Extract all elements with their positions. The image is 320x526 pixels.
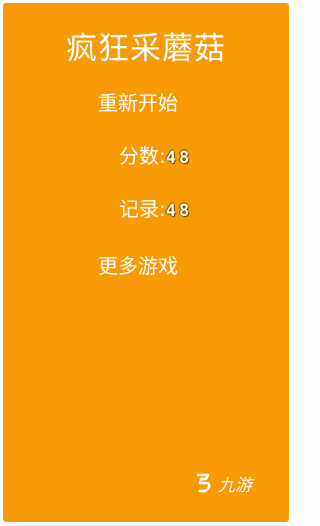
game-title: 疯狂采蘑菇 [66,31,226,67]
record-display: 记录:48 [119,199,192,220]
more-games-button[interactable]: 更多游戏 [98,256,178,276]
jiuyou-logo-icon [196,473,211,493]
restart-button[interactable]: 重新开始 [98,93,178,113]
score-display: 分数:48 [119,146,192,167]
record-value: 48 [165,201,193,221]
watermark: 九游 [192,470,252,496]
record-label: 记录: [119,197,166,221]
watermark-text: 九游 [218,475,252,496]
score-value: 48 [165,148,193,168]
score-label: 分数: [119,144,166,168]
